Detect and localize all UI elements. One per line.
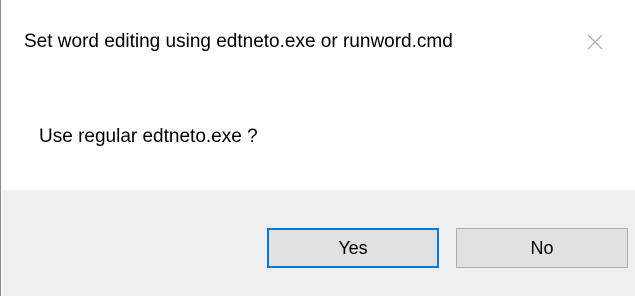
dialog-content: Use regular edtneto.exe ? bbox=[2, 82, 635, 190]
dialog-message: Use regular edtneto.exe ? bbox=[39, 126, 258, 147]
yes-button[interactable]: Yes bbox=[267, 228, 439, 268]
button-bar: Yes No bbox=[2, 190, 635, 296]
no-button[interactable]: No bbox=[456, 228, 628, 268]
title-bar: Set word editing using edtneto.exe or ru… bbox=[2, 0, 635, 82]
close-icon bbox=[587, 34, 603, 50]
message-dialog: Set word editing using edtneto.exe or ru… bbox=[0, 0, 635, 296]
close-button[interactable] bbox=[577, 24, 613, 60]
dialog-title: Set word editing using edtneto.exe or ru… bbox=[24, 31, 453, 52]
